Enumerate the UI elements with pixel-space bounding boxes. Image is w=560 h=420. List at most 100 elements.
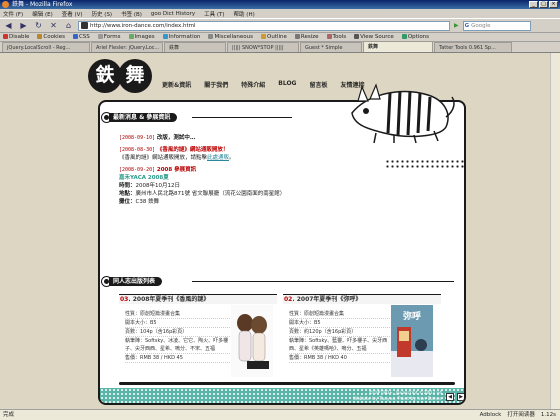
window-title-bar: 鉄舞 - Mozilla Firefox _ □ × [0,0,560,9]
book-cover-image[interactable] [231,305,273,377]
images-icon [128,34,134,39]
css-icon [72,34,78,39]
tab-guest-simple[interactable]: Guest * Simple [300,42,362,52]
work-detail-line: 售價：RMB 38 / HKD 40 [289,354,394,363]
site-favicon [81,22,88,29]
close-button[interactable]: × [549,1,558,8]
work-detail-line: 性質：原創短篇漫畫合集 [125,310,230,319]
works-section-header: 同人志出版列表 [102,276,454,287]
site-logo[interactable]: 鉄 舞 [88,59,156,93]
work-card: 03. 2008年夏季刊《香風的謎》 性質：原創短篇漫畫合集 開本大小：B5 頁… [119,294,277,380]
wd-images[interactable]: Images [128,34,155,40]
search-box[interactable]: G Google [462,20,531,31]
menu-view[interactable]: 查看 (V) [62,10,83,18]
work-number: 03. [120,296,131,303]
tab-tiewu-active[interactable]: 鉄舞 [363,41,433,52]
event-name: 嘉禾YACA 2008夏 [119,175,169,181]
wd-resize[interactable]: Resize [294,34,319,40]
work-title-row[interactable]: 02. 2007年夏季刊《弥呼》 [283,295,441,304]
work-detail-line: 開本大小：B5 [289,319,394,328]
nav-about[interactable]: 關于我們 [204,80,228,89]
tab-snow-stop[interactable]: ||||| SNOW*STOP ||||| [227,42,299,52]
wd-disable[interactable]: Disable [3,34,29,40]
site-top-nav: 更新&資訊 關于我們 特殊介紹 BLOG 留言板 友情連接 [162,80,365,89]
works-scrollbar[interactable] [119,382,455,385]
content-panel: 最新消息 & 參展資訊 [2008-09-10] 改版，測試中… [2008-0… [98,100,466,405]
menu-history[interactable]: 历史 (S) [92,10,113,18]
wd-outline[interactable]: Outline [261,34,287,40]
page-viewport: 鉄 舞 更新&資訊 關于我們 特殊介紹 BLOG 留言板 友情連接 最新消息 &… [0,53,560,409]
news-title: 《香風的謎》網站通販開放！ [156,147,229,153]
news-date: [2008-08-30] [119,147,156,153]
footer-line: Website by Tuayeo, Paint by iron-Dance [352,397,442,402]
maximize-button[interactable]: □ [539,1,548,8]
web-developer-toolbar: Disable Cookies CSS Forms Images Informa… [0,33,560,42]
navigation-toolbar: ◀ ▶ ↻ ✕ ⌂ http://www.iron-dance.com/inde… [0,18,560,33]
forward-button[interactable]: ▶ [18,20,29,31]
news-detail-suffix: 。 [229,155,235,161]
news-detail: 《香風的謎》網站通販開放，請點擊 [119,155,208,161]
works-heading: 同人志出版列表 [109,277,163,286]
tab-jquery-localscroll[interactable]: jQuery.LocalScroll - Reg... [2,42,90,52]
firefox-icon [2,1,9,8]
menu-help[interactable]: 帮助 (H) [234,10,255,18]
menu-goo-dict[interactable]: goo Dict History [151,11,195,17]
menu-tools[interactable]: 工具 (T) [204,10,224,18]
adblock-indicator[interactable]: Adblock [480,410,502,420]
work-detail-line: 頁數：104p（含16p彩頁） [125,328,230,337]
book-cover-image[interactable]: 弥呼 [391,305,433,377]
tab-ariel-flesler[interactable]: Ariel Flesler: jQuery.Loc... [91,42,163,52]
options-icon [401,34,407,39]
nav-special[interactable]: 特殊介紹 [241,80,265,89]
google-icon: G [464,22,470,29]
wd-tools[interactable]: Tools [326,34,346,40]
home-button[interactable]: ⌂ [63,20,74,31]
wd-miscellaneous[interactable]: Miscellaneous [208,34,253,40]
wd-information[interactable]: Information [162,34,200,40]
load-time: 1.12s [540,412,556,418]
work-card: 02. 2007年夏季刊《弥呼》 性質：原創短篇漫畫合集 開本大小：B5 頁數：… [283,294,441,380]
news-date: [2008-09-20] [119,167,156,173]
footer-prev-button[interactable]: ◀ [446,393,454,401]
news-section-header: 最新消息 & 參展資訊 [102,112,292,123]
search-placeholder: Google [471,22,491,29]
vertical-scrollbar[interactable] [550,53,560,409]
wd-options[interactable]: Options [401,34,429,40]
feed-reader-button[interactable]: 打开阅读器 [507,410,535,420]
reload-button[interactable]: ↻ [33,20,44,31]
wd-forms[interactable]: Forms [97,34,121,40]
news-text: 改版，測試中… [156,135,196,141]
news-heading: 最新消息 & 參展資訊 [109,113,178,122]
svg-text:弥呼: 弥呼 [403,310,421,322]
go-button[interactable]: ▶ [454,22,459,29]
menu-file[interactable]: 文件 (F) [3,10,23,18]
wd-css[interactable]: CSS [72,34,90,40]
menu-edit[interactable]: 编辑 (E) [32,10,53,18]
minimize-button[interactable]: _ [529,1,538,8]
back-button[interactable]: ◀ [3,20,14,31]
menu-bookmarks[interactable]: 书签 (B) [121,10,142,18]
tools-icon [326,34,332,39]
wd-view-source[interactable]: View Source [354,34,394,40]
nav-blog[interactable]: BLOG [278,80,296,89]
logo-char-1: 鉄 [88,59,122,93]
forward-arrow-icon: ▶ [20,21,27,30]
cover-illustration: 弥呼 [391,305,433,377]
footer-next-button[interactable]: ▶ [457,393,464,401]
work-title-row[interactable]: 03. 2008年夏季刊《香風的謎》 [119,295,277,304]
shop-link[interactable]: 此處通販 [207,155,229,161]
nav-guestbook[interactable]: 留言板 [309,80,327,89]
menu-bar: 文件 (F) 编辑 (E) 查看 (V) 历史 (S) 书签 (B) goo D… [0,9,560,18]
event-booth: C38 鉄舞 [135,199,160,205]
work-detail-line: 執筆陣：Softsky、冰凌、它它、陶火、吓多樓子、尖牙西西、星希、嗚分、不宋、… [125,338,230,354]
nav-updates[interactable]: 更新&資訊 [162,80,191,89]
address-bar[interactable]: http://www.iron-dance.com/index.html [78,20,450,31]
address-url: http://www.iron-dance.com/index.html [90,22,196,29]
work-details: 性質：原創短篇漫畫合集 開本大小：B5 頁數：約120p（含16p彩頁） 執筆陣… [289,310,394,363]
tab-tiewu-1[interactable]: 鉄舞 [164,42,226,52]
tab-tatter-tools[interactable]: Tatter Tools 0.961 Sp... [434,42,512,52]
stop-button[interactable]: ✕ [48,20,59,31]
work-detail-line: 頁數：約120p（含16p彩頁） [289,328,394,337]
news-date: [2008-09-10] [119,135,156,141]
wd-cookies[interactable]: Cookies [37,34,65,40]
